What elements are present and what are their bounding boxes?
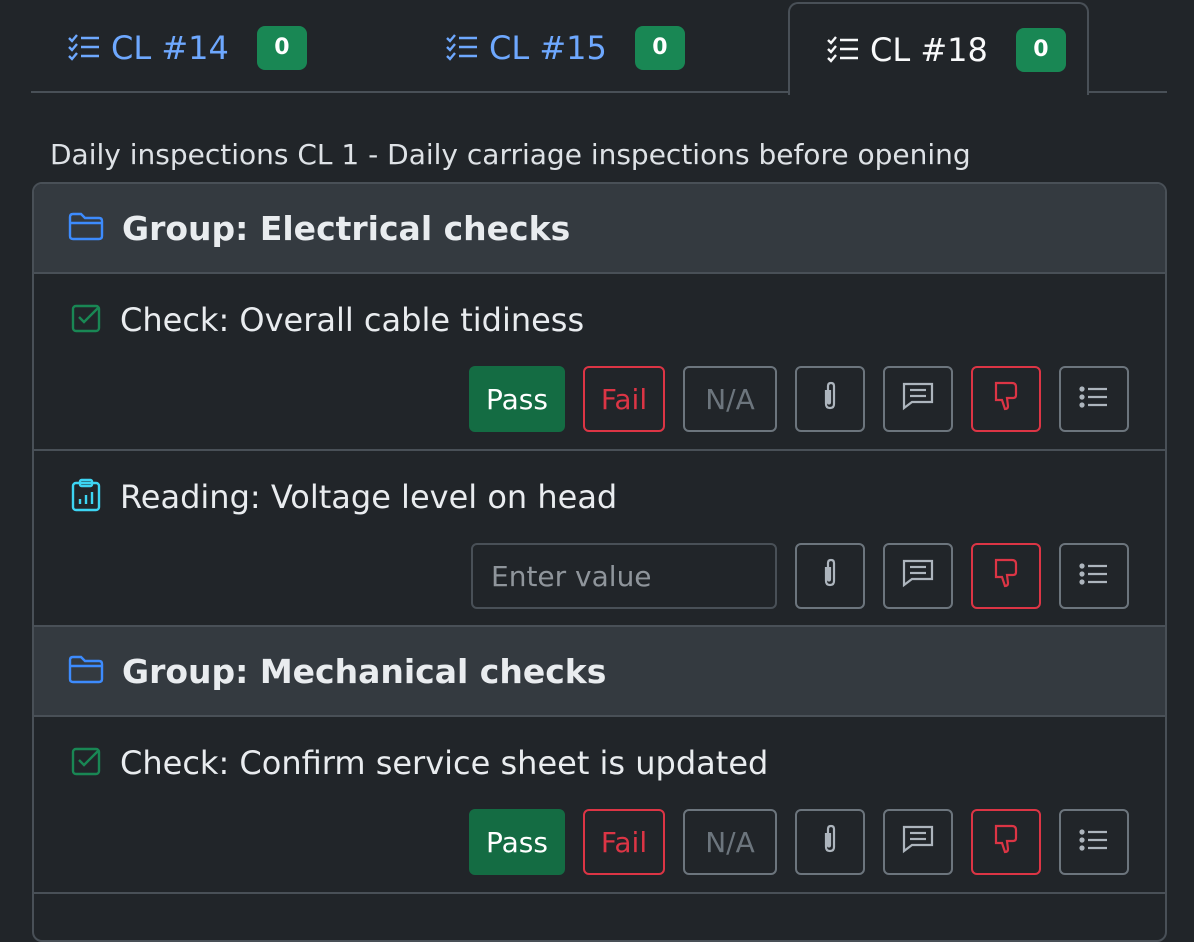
fail-button[interactable]: Fail bbox=[583, 366, 665, 432]
tab-cl-18[interactable]: CL #18 0 bbox=[788, 2, 1089, 95]
tab-label: CL #18 bbox=[870, 30, 988, 69]
details-button[interactable] bbox=[1059, 809, 1129, 875]
count-badge: 0 bbox=[634, 25, 685, 70]
paperclip-icon bbox=[820, 380, 840, 419]
folder-icon bbox=[68, 211, 104, 245]
group-header[interactable]: Group: Mechanical checks bbox=[34, 627, 1165, 717]
checklist-item: Check: Confirm service sheet is updated … bbox=[34, 717, 1165, 894]
checklist-panel: Group: Electrical checks Check: Overall … bbox=[32, 182, 1167, 942]
list-icon bbox=[1079, 383, 1109, 416]
count-badge: 0 bbox=[256, 25, 307, 70]
fail-button[interactable]: Fail bbox=[583, 809, 665, 875]
checklist-item: Check: Overall cable tidiness Pass Fail … bbox=[34, 274, 1165, 451]
thumbs-down-icon bbox=[992, 557, 1020, 596]
comment-icon bbox=[901, 824, 935, 861]
details-button[interactable] bbox=[1059, 543, 1129, 609]
thumbs-down-icon bbox=[992, 380, 1020, 419]
check-square-icon bbox=[70, 302, 102, 338]
check-square-icon bbox=[70, 745, 102, 781]
comment-button[interactable] bbox=[883, 366, 953, 432]
details-button[interactable] bbox=[1059, 366, 1129, 432]
comment-button[interactable] bbox=[883, 809, 953, 875]
clipboard-data-icon bbox=[70, 478, 102, 516]
pass-button[interactable]: Pass bbox=[469, 809, 565, 875]
tab-cl-14[interactable]: CL #14 0 bbox=[67, 2, 307, 93]
tab-label: CL #14 bbox=[111, 28, 229, 67]
checklist-item: Reading: Voltage level on head bbox=[34, 451, 1165, 627]
paperclip-icon bbox=[820, 557, 840, 596]
comment-icon bbox=[901, 558, 935, 595]
list-check-icon bbox=[67, 33, 101, 63]
attachment-button[interactable] bbox=[795, 543, 865, 609]
group-title: Group: Electrical checks bbox=[122, 208, 571, 248]
list-check-icon bbox=[826, 35, 860, 65]
tab-cl-15[interactable]: CL #15 0 bbox=[445, 2, 685, 93]
attachment-button[interactable] bbox=[795, 366, 865, 432]
group-title: Group: Mechanical checks bbox=[122, 651, 607, 691]
checklist-description: Daily inspections CL 1 - Daily carriage … bbox=[50, 138, 971, 171]
group-header[interactable]: Group: Electrical checks bbox=[34, 184, 1165, 274]
na-button[interactable]: N/A bbox=[683, 809, 777, 875]
list-check-icon bbox=[445, 33, 479, 63]
dislike-button[interactable] bbox=[971, 543, 1041, 609]
comment-icon bbox=[901, 381, 935, 418]
folder-icon bbox=[68, 654, 104, 688]
tab-label: CL #15 bbox=[489, 28, 607, 67]
dislike-button[interactable] bbox=[971, 366, 1041, 432]
value-input[interactable] bbox=[471, 543, 777, 609]
item-title: Reading: Voltage level on head bbox=[120, 478, 618, 516]
list-icon bbox=[1079, 560, 1109, 593]
attachment-button[interactable] bbox=[795, 809, 865, 875]
pass-button[interactable]: Pass bbox=[469, 366, 565, 432]
list-icon bbox=[1079, 826, 1109, 859]
na-button[interactable]: N/A bbox=[683, 366, 777, 432]
paperclip-icon bbox=[820, 823, 840, 862]
thumbs-down-icon bbox=[992, 823, 1020, 862]
item-title: Check: Overall cable tidiness bbox=[120, 301, 585, 339]
comment-button[interactable] bbox=[883, 543, 953, 609]
checklist-tabs: CL #14 0 CL #15 0 CL #18 0 bbox=[31, 0, 1167, 95]
item-title: Check: Confirm service sheet is updated bbox=[120, 744, 769, 782]
count-badge: 0 bbox=[1015, 27, 1066, 72]
dislike-button[interactable] bbox=[971, 809, 1041, 875]
